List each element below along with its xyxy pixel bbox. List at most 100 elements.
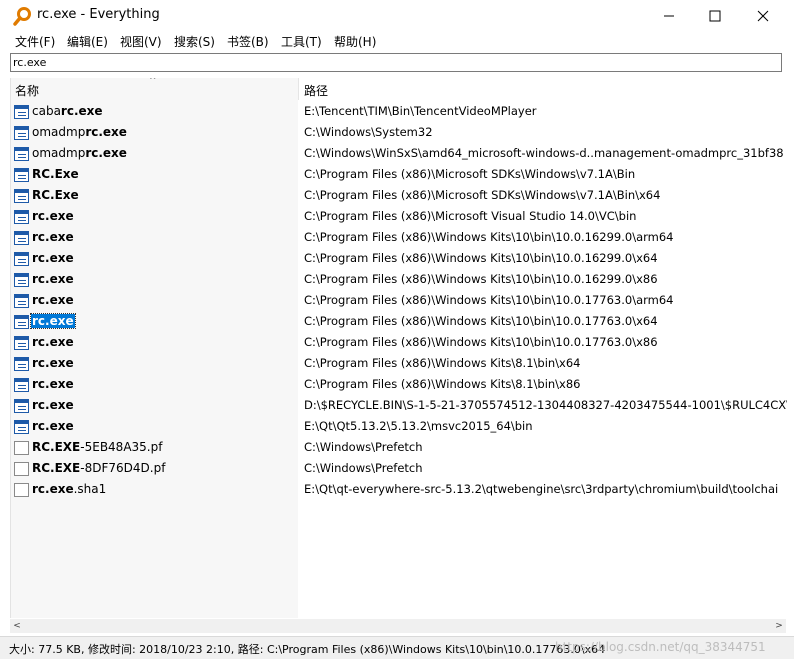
name-text: omadmp — [32, 125, 86, 139]
table-row[interactable]: rc.exe C:\Program Files (x86)\Windows Kit… — [11, 354, 787, 375]
name-match-text: rc.exe — [32, 398, 74, 412]
magnifier-icon — [13, 7, 31, 26]
file-path: C:\Program Files (x86)\Windows Kits\8.1\… — [304, 356, 581, 370]
table-row[interactable]: rc.exe C:\Program Files (x86)\Windows Kit… — [11, 375, 787, 396]
name-match-text: RC.EXE — [32, 461, 81, 475]
table-row[interactable]: RC.EXE-5EB48A35.pf C:\Windows\Prefetch — [11, 438, 787, 459]
name-match-text: RC.Exe — [32, 188, 79, 202]
search-input[interactable] — [13, 55, 773, 70]
table-row[interactable]: RC.Exe C:\Program Files (x86)\Microsoft S… — [11, 165, 787, 186]
table-row[interactable]: omadmprc.exe C:\Windows\WinSxS\amd64_micr… — [11, 144, 787, 165]
file-name: RC.EXE-8DF76D4D.pf — [31, 461, 166, 475]
name-match-text: rc.exe — [32, 482, 74, 496]
column-header-name[interactable]: 名称 — [15, 82, 39, 99]
file-path: C:\Windows\WinSxS\amd64_microsoft-window… — [304, 146, 784, 160]
name-text: caba — [32, 104, 61, 118]
name-match-text: rc.exe — [32, 230, 74, 244]
name-match-text: rc.exe — [60, 104, 103, 118]
file-name: RC.EXE-5EB48A35.pf — [31, 440, 163, 454]
name-text: omadmp — [32, 146, 86, 160]
file-name: cabarc.exe — [31, 104, 104, 118]
name-match-text: rc.exe — [32, 209, 74, 223]
name-text: -5EB48A35.pf — [80, 440, 163, 454]
file-name: rc.exe — [31, 398, 75, 412]
menu-file[interactable]: 文件(F) — [15, 33, 55, 50]
executable-icon — [14, 231, 29, 245]
file-path: C:\Program Files (x86)\Windows Kits\10\b… — [304, 314, 658, 328]
name-match-text: rc.exe — [32, 377, 74, 391]
table-row[interactable]: rc.exe D:\$RECYCLE.BIN\S-1-5-21-370557451… — [11, 396, 787, 417]
file-name: rc.exe — [31, 377, 75, 391]
status-text: 大小: 77.5 KB, 修改时间: 2018/10/23 2:10, 路径: … — [9, 643, 606, 656]
name-match-text: rc.exe — [85, 146, 127, 160]
horizontal-scrollbar[interactable]: < > — [10, 619, 786, 633]
table-row[interactable]: omadmprc.exe C:\Windows\System32 — [11, 123, 787, 144]
table-row[interactable]: rc.exe C:\Program Files (x86)\Windows Kit… — [11, 333, 787, 354]
table-row[interactable]: rc.exe E:\Qt\Qt5.13.2\5.13.2\msvc2015_64\… — [11, 417, 787, 438]
name-match-text: rc.exe — [32, 293, 74, 307]
file-path: D:\$RECYCLE.BIN\S-1-5-21-3705574512-1304… — [304, 398, 787, 412]
file-path: E:\Qt\Qt5.13.2\5.13.2\msvc2015_64\bin — [304, 419, 533, 433]
table-row[interactable]: rc.exe C:\Program Files (x86)\Windows Kit… — [11, 249, 787, 270]
executable-icon — [14, 126, 29, 140]
scroll-right-icon[interactable]: > — [772, 619, 786, 633]
file-path: C:\Program Files (x86)\Windows Kits\8.1\… — [304, 377, 581, 391]
name-match-text: rc.exe — [32, 314, 74, 328]
menu-tools[interactable]: 工具(T) — [281, 33, 322, 50]
name-text: .sha1 — [73, 482, 107, 496]
menu-search[interactable]: 搜索(S) — [174, 33, 215, 50]
executable-icon — [14, 168, 29, 182]
name-match-text: RC.Exe — [32, 167, 79, 181]
menu-view[interactable]: 视图(V) — [120, 33, 162, 50]
executable-icon — [14, 294, 29, 308]
file-icon — [14, 441, 29, 455]
minimize-button[interactable] — [646, 0, 692, 31]
scroll-left-icon[interactable]: < — [10, 619, 24, 633]
name-text: -8DF76D4D.pf — [80, 461, 166, 475]
table-row[interactable]: RC.Exe C:\Program Files (x86)\Microsoft S… — [11, 186, 787, 207]
file-path: E:\Tencent\TIM\Bin\TencentVideoMPlayer — [304, 104, 537, 118]
file-path: E:\Qt\qt-everywhere-src-5.13.2\qtwebengi… — [304, 482, 779, 496]
column-divider[interactable] — [298, 78, 299, 100]
file-name: RC.Exe — [31, 188, 80, 202]
file-name: rc.exe — [31, 272, 75, 286]
minimize-icon — [664, 15, 674, 16]
file-name: rc.exe.sha1 — [31, 482, 107, 496]
table-row[interactable]: cabarc.exe E:\Tencent\TIM\Bin\TencentVide… — [11, 102, 787, 123]
executable-icon — [14, 105, 29, 119]
file-path: C:\Program Files (x86)\Windows Kits\10\b… — [304, 293, 674, 307]
file-path: C:\Windows\Prefetch — [304, 440, 423, 454]
table-row[interactable]: rc.exe C:\Program Files (x86)\Microsoft V… — [11, 207, 787, 228]
file-path: C:\Program Files (x86)\Windows Kits\10\b… — [304, 251, 658, 265]
table-row[interactable]: rc.exe.sha1 E:\Qt\qt-everywhere-src-5.13.… — [11, 480, 787, 501]
name-match-text: rc.exe — [32, 335, 74, 349]
name-match-text: rc.exe — [85, 125, 127, 139]
maximize-button[interactable] — [692, 0, 738, 31]
table-row[interactable]: rc.exe C:\Program Files (x86)\Windows Kit… — [11, 312, 787, 333]
table-row[interactable]: rc.exe C:\Program Files (x86)\Windows Kit… — [11, 270, 787, 291]
name-match-text: RC.EXE — [32, 440, 81, 454]
file-name: rc.exe — [31, 356, 75, 370]
table-row[interactable]: rc.exe C:\Program Files (x86)\Windows Kit… — [11, 291, 787, 312]
executable-icon — [14, 273, 29, 287]
menu-edit[interactable]: 编辑(E) — [67, 33, 108, 50]
maximize-icon — [709, 10, 721, 21]
table-row[interactable]: RC.EXE-8DF76D4D.pf C:\Windows\Prefetch — [11, 459, 787, 480]
executable-icon — [14, 147, 29, 161]
file-path: C:\Program Files (x86)\Microsoft SDKs\Wi… — [304, 167, 636, 181]
executable-icon — [14, 336, 29, 350]
column-header-path[interactable]: 路径 — [304, 82, 328, 99]
executable-icon — [14, 420, 29, 434]
name-match-text: rc.exe — [32, 272, 74, 286]
menu-help[interactable]: 帮助(H) — [334, 33, 376, 50]
file-path: C:\Program Files (x86)\Microsoft Visual … — [304, 209, 637, 223]
results-list: 名称 ^ 路径 cabarc.exe E:\Tencent\TIM\Bin\Ten… — [10, 78, 787, 618]
executable-icon — [14, 315, 29, 329]
file-name: rc.exe — [31, 293, 75, 307]
close-button[interactable] — [740, 0, 786, 31]
table-row[interactable]: rc.exe C:\Program Files (x86)\Windows Kit… — [11, 228, 787, 249]
file-name: rc.exe — [31, 419, 75, 433]
file-name: omadmprc.exe — [31, 125, 128, 139]
title-bar: rc.exe - Everything — [0, 0, 794, 31]
menu-bookmarks[interactable]: 书签(B) — [227, 33, 269, 50]
